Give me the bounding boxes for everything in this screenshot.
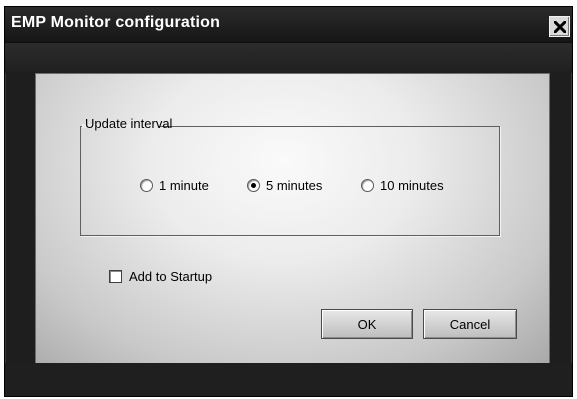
radio-10-minutes[interactable]: 10 minutes bbox=[361, 178, 444, 193]
header-band bbox=[5, 43, 572, 73]
radio-button-5-minutes[interactable] bbox=[247, 179, 260, 192]
window-title: EMP Monitor configuration bbox=[11, 14, 221, 31]
config-dialog-window: EMP Monitor configuration Update interva… bbox=[4, 6, 573, 397]
radio-button-1-minute[interactable] bbox=[140, 179, 153, 192]
update-interval-legend: Update interval bbox=[85, 116, 173, 131]
ok-button[interactable]: OK bbox=[321, 309, 413, 339]
footer-band bbox=[5, 363, 572, 396]
cancel-button[interactable]: Cancel bbox=[423, 309, 517, 339]
add-to-startup-label: Add to Startup bbox=[129, 269, 213, 284]
add-to-startup-option[interactable]: Add to Startup bbox=[109, 269, 212, 284]
radio-button-10-minutes[interactable] bbox=[361, 179, 374, 192]
radio-1-minute[interactable]: 1 minute bbox=[140, 178, 209, 193]
radio-label-5-minutes: 5 minutes bbox=[266, 178, 323, 193]
add-to-startup-checkbox[interactable] bbox=[109, 270, 122, 283]
title-bar[interactable]: EMP Monitor configuration bbox=[5, 7, 572, 43]
close-button[interactable] bbox=[549, 16, 570, 37]
radio-5-minutes[interactable]: 5 minutes bbox=[247, 178, 322, 193]
close-icon bbox=[553, 20, 566, 33]
radio-label-1-minute: 1 minute bbox=[159, 178, 209, 193]
radio-label-10-minutes: 10 minutes bbox=[380, 178, 444, 193]
settings-panel: Update interval 1 minute 5 minutes 10 mi… bbox=[35, 73, 550, 364]
